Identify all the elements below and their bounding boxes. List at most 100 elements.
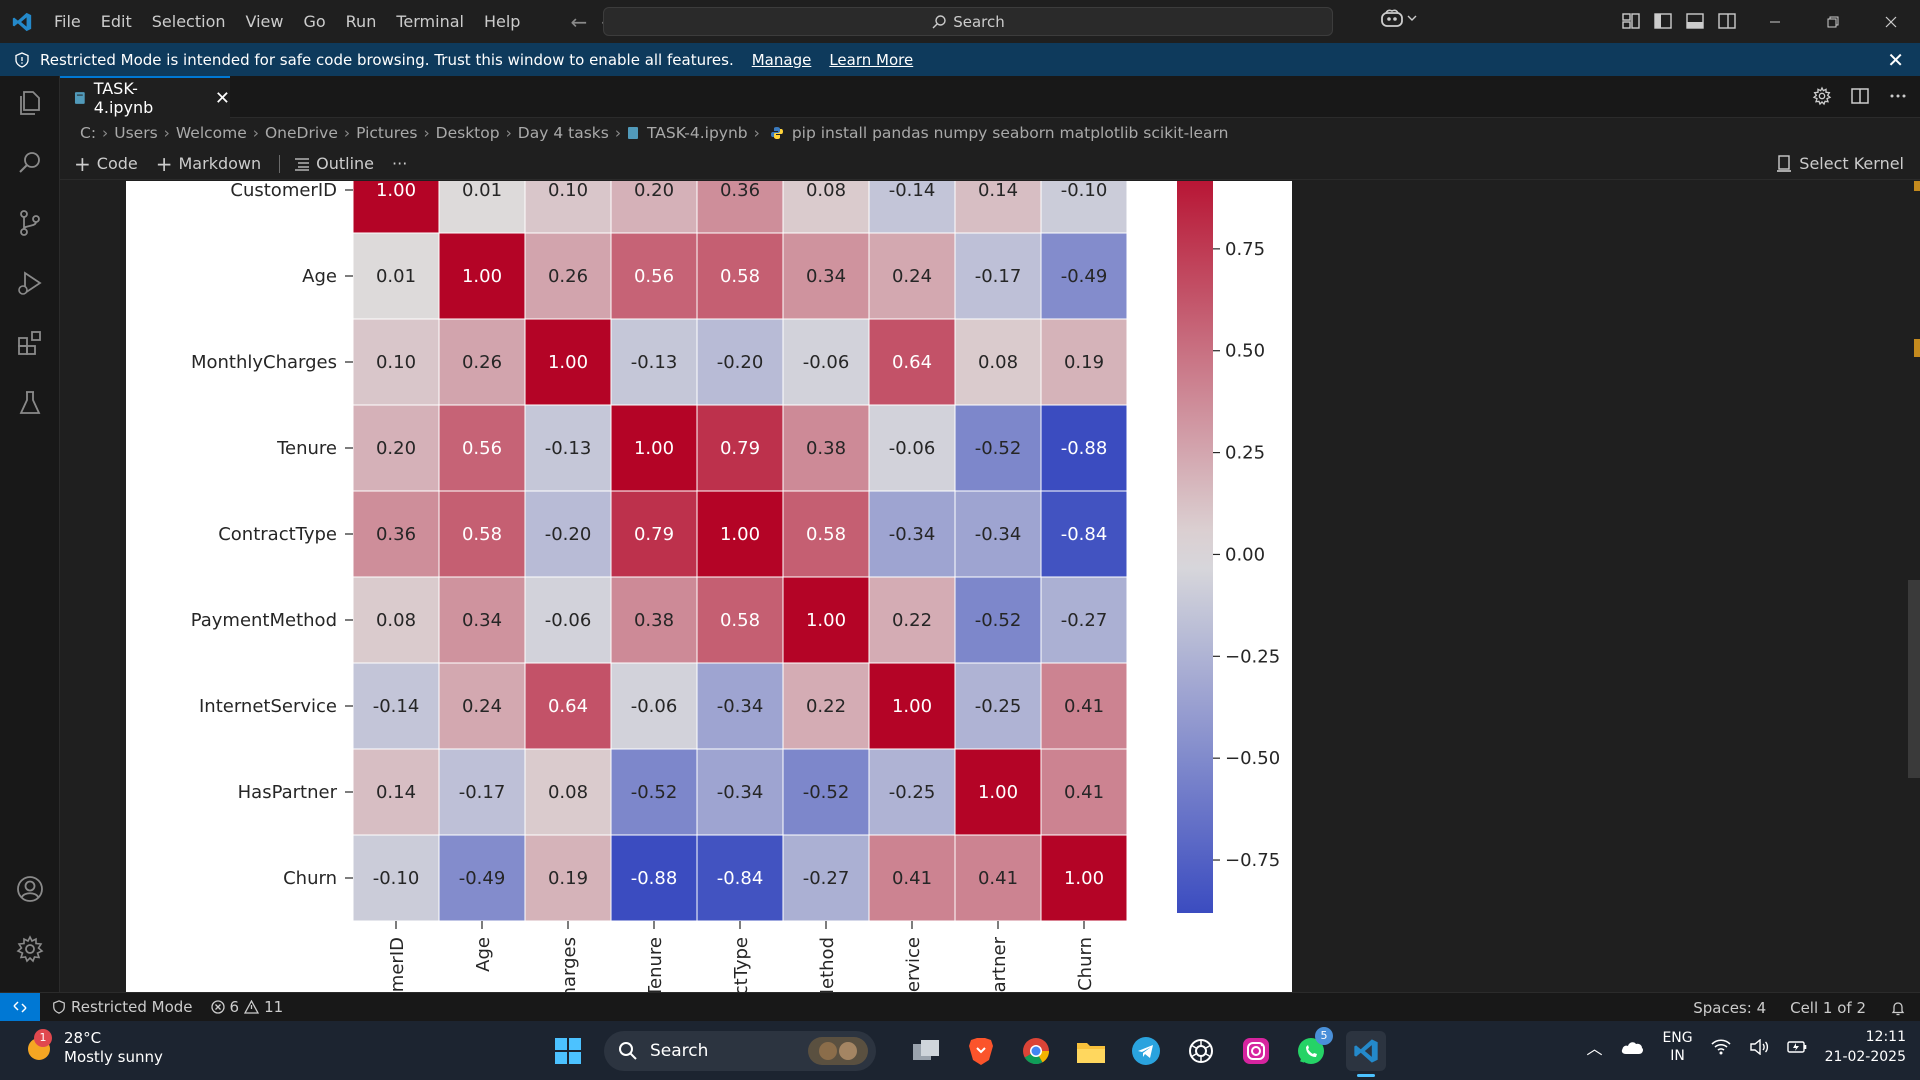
battery-icon[interactable] (1786, 1040, 1807, 1054)
tab-close-icon[interactable]: ✕ (215, 88, 230, 109)
search-sidebar-icon[interactable] (13, 146, 47, 180)
breadcrumb-item[interactable]: Users (114, 124, 157, 142)
restricted-mode-label: Restricted Mode (71, 998, 193, 1016)
menu-terminal[interactable]: Terminal (386, 7, 474, 37)
volume-icon[interactable] (1749, 1039, 1769, 1055)
manage-link[interactable]: Manage (752, 51, 812, 69)
file-explorer-icon[interactable] (1071, 1031, 1111, 1071)
notebook-toolbar: + Code + Markdown Outline ··· Select Ker… (60, 148, 1920, 180)
menu-selection[interactable]: Selection (142, 7, 236, 37)
minimize-icon[interactable] (1746, 0, 1804, 43)
more-actions-icon[interactable] (1888, 86, 1908, 106)
extensions-icon[interactable] (13, 326, 47, 360)
chevron-up-icon[interactable]: ︿ (1586, 1035, 1602, 1059)
cell-position-status[interactable]: Cell 1 of 2 (1790, 999, 1866, 1017)
command-center-search[interactable]: Search (603, 7, 1333, 36)
windows-start-icon[interactable] (548, 1031, 588, 1071)
row-label: MonthlyCharges (191, 352, 337, 373)
wifi-icon[interactable] (1711, 1039, 1731, 1055)
brave-browser-icon[interactable] (961, 1031, 1001, 1071)
warning-icon (244, 1000, 260, 1014)
menu-file[interactable]: File (44, 7, 91, 37)
breadcrumb-item[interactable]: Welcome (176, 124, 247, 142)
tab-task-4-ipynb[interactable]: TASK-4.ipynb ✕ (60, 76, 230, 118)
heatmap-cell-value: -0.17 (459, 782, 506, 803)
vscode-logo-icon[interactable] (0, 0, 44, 43)
explorer-icon[interactable] (13, 86, 47, 120)
menu-run[interactable]: Run (336, 7, 387, 37)
testing-flask-icon[interactable] (13, 386, 47, 420)
chevron-right-icon: › (423, 124, 430, 142)
heatmap-cell-value: 0.79 (720, 438, 760, 459)
instagram-icon[interactable] (1236, 1031, 1276, 1071)
close-window-icon[interactable] (1862, 0, 1920, 43)
breadcrumb-item[interactable]: Day 4 tasks (518, 124, 609, 142)
clock[interactable]: 12:11 21-02-2025 (1825, 1027, 1906, 1067)
telegram-icon[interactable] (1126, 1031, 1166, 1071)
toggle-secondary-sidebar-icon[interactable] (1716, 10, 1738, 32)
onedrive-cloud-icon[interactable] (1620, 1039, 1644, 1055)
restore-icon[interactable] (1804, 0, 1862, 43)
breadcrumb-item[interactable]: OneDrive (265, 124, 338, 142)
breadcrumb-item[interactable]: C: (80, 124, 96, 142)
manage-gear-icon[interactable] (13, 932, 47, 966)
back-arrow-icon[interactable]: ← (570, 10, 587, 34)
editor-scrollbar-thumb[interactable] (1908, 580, 1920, 778)
heatmap-cell-value: 0.19 (1064, 352, 1104, 373)
input-language[interactable]: ENG IN (1662, 1029, 1692, 1065)
menu-help[interactable]: Help (474, 7, 530, 37)
task-view-icon[interactable] (906, 1031, 946, 1071)
taskbar-search[interactable]: Search (604, 1031, 876, 1071)
spaces-status[interactable]: Spaces: 4 (1693, 999, 1766, 1017)
menu-edit[interactable]: Edit (91, 7, 142, 37)
heatmap-cell-value: -0.14 (889, 181, 936, 201)
heatmap-cell-value: 0.34 (462, 610, 502, 631)
menu-bar: File Edit Selection View Go Run Terminal… (44, 7, 530, 37)
toggle-primary-sidebar-icon[interactable] (1652, 10, 1674, 32)
heatmap-cell-value: 0.58 (720, 610, 760, 631)
restricted-mode-status[interactable]: Restricted Mode (52, 998, 193, 1016)
heatmap-cell-value: 1.00 (376, 181, 416, 201)
notebook-file-icon (628, 127, 639, 139)
add-markdown-cell-button[interactable]: + Markdown (156, 152, 261, 176)
notebook-settings-gear-icon[interactable] (1812, 86, 1832, 106)
menu-go[interactable]: Go (293, 7, 335, 37)
banner-close-icon[interactable]: ✕ (1887, 48, 1904, 72)
split-editor-icon[interactable] (1850, 86, 1870, 106)
menu-view[interactable]: View (236, 7, 294, 37)
colorbar-tick-label: 0.75 (1225, 239, 1265, 260)
outline-label: Outline (316, 154, 375, 173)
outline-button[interactable]: Outline (294, 154, 374, 173)
toolbar-more-button[interactable]: ··· (392, 154, 407, 173)
windows-taskbar: 1 28°C Mostly sunny Search 5 ︿ ENG IN 12… (0, 1021, 1920, 1080)
chevron-right-icon: › (614, 124, 622, 142)
layout-controls (1620, 10, 1738, 32)
problems-status[interactable]: 6 11 (210, 998, 283, 1016)
system-tray: ︿ ENG IN 12:11 21-02-2025 (1586, 1027, 1906, 1067)
heatmap-cell-value: 0.38 (634, 610, 674, 631)
banner-message: Restricted Mode is intended for safe cod… (40, 50, 734, 69)
copilot-button[interactable] (1380, 8, 1417, 28)
vscode-taskbar-icon[interactable] (1346, 1031, 1386, 1077)
toggle-panel-icon[interactable] (1684, 10, 1706, 32)
weather-widget[interactable]: 1 28°C Mostly sunny (24, 1029, 163, 1067)
whatsapp-icon[interactable]: 5 (1291, 1027, 1333, 1071)
source-control-icon[interactable] (13, 206, 47, 240)
remote-indicator-icon[interactable] (0, 992, 40, 1022)
breadcrumb-item[interactable]: Pictures (356, 124, 417, 142)
learn-more-link[interactable]: Learn More (829, 51, 913, 69)
breadcrumb-item[interactable]: Desktop (436, 124, 500, 142)
chatgpt-icon[interactable] (1181, 1031, 1221, 1071)
add-code-cell-button[interactable]: + Code (74, 152, 138, 176)
breadcrumb-item[interactable]: TASK-4.ipynb (647, 124, 748, 142)
heatmap-cell-value: -0.34 (717, 782, 764, 803)
chrome-icon[interactable] (1016, 1031, 1056, 1071)
breadcrumb-cell[interactable]: pip install pandas numpy seaborn matplot… (792, 124, 1229, 142)
heatmap-cell-value: 0.64 (548, 696, 588, 717)
accounts-icon[interactable] (13, 872, 47, 906)
customize-layout-icon[interactable] (1620, 10, 1642, 32)
select-kernel-button[interactable]: Select Kernel (1776, 154, 1904, 173)
chevron-down-icon (1407, 15, 1417, 21)
notifications-bell-icon[interactable] (1890, 1000, 1906, 1016)
run-debug-icon[interactable] (13, 266, 47, 300)
